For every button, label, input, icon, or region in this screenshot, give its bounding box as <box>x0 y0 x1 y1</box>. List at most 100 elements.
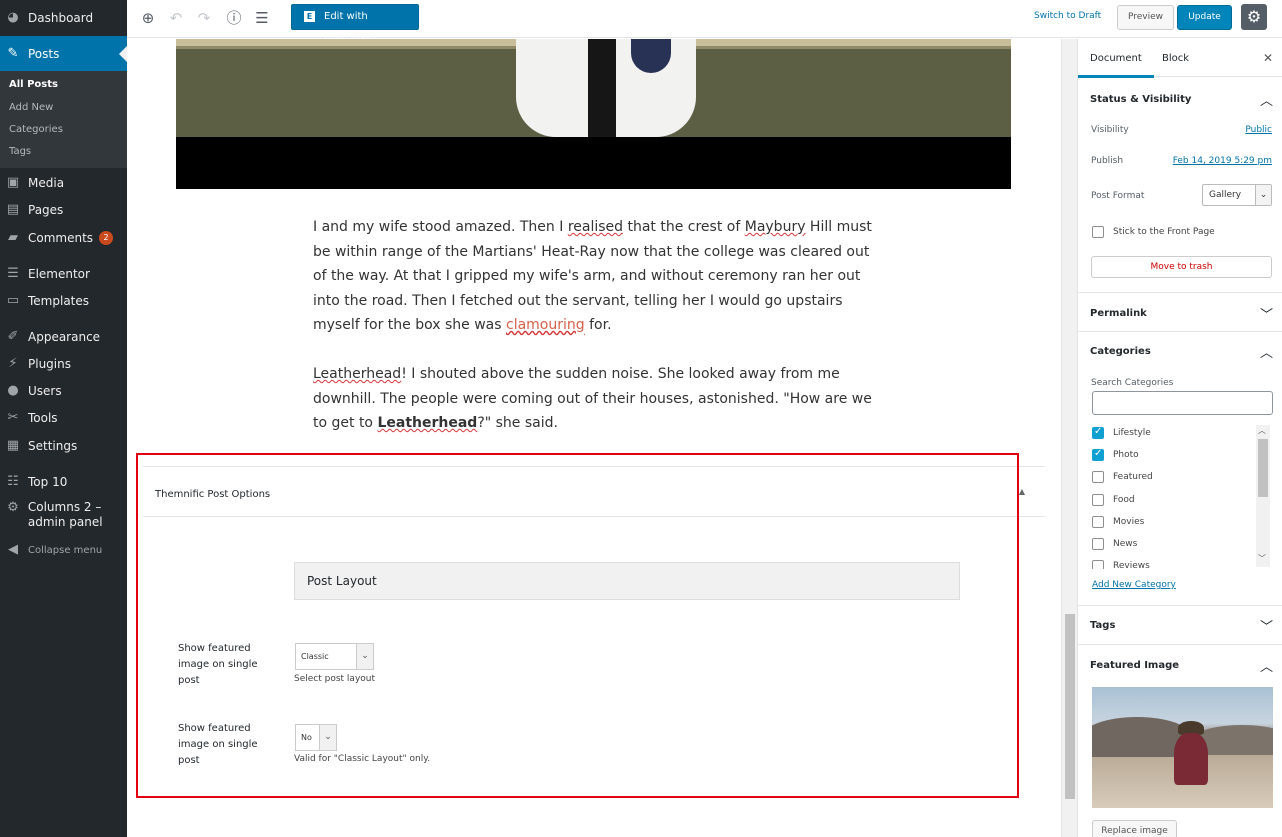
replace-image-button[interactable]: Replace image <box>1092 820 1177 837</box>
categories-scrollbar[interactable]: ︿ ﹀ <box>1256 425 1270 567</box>
add-block-icon[interactable]: ⊕ <box>138 8 158 28</box>
menu-label: Settings <box>28 439 78 453</box>
preview-button[interactable]: Preview <box>1117 5 1174 30</box>
menu-comments[interactable]: ▰ Comments 2 <box>0 228 127 248</box>
chevron-up-icon: ︿ <box>1259 346 1273 361</box>
select-value: Classic <box>301 652 329 661</box>
option-help: Valid for "Classic Layout" only. <box>294 754 431 764</box>
settings-gear-button[interactable]: ⚙ <box>1241 4 1267 30</box>
canvas-scrollbar[interactable] <box>1061 39 1077 837</box>
text: Hill must be within range of the Martian… <box>313 219 872 333</box>
submenu-add-new[interactable]: Add New <box>9 102 53 113</box>
submenu-tags[interactable]: Tags <box>9 146 31 157</box>
chevron-down-icon: ﹀ <box>1259 620 1273 635</box>
text: ?" she said. <box>477 415 558 431</box>
close-icon[interactable]: ✕ <box>1263 51 1273 65</box>
menu-label: Columns 2 – admin panel <box>27 500 103 529</box>
option-label: Show featured image on single post <box>178 723 258 766</box>
switch-to-draft-button[interactable]: Switch to Draft <box>1034 11 1101 21</box>
menu-dashboard[interactable]: ◕ Dashboard <box>0 8 127 28</box>
category-checkbox[interactable] <box>1092 471 1104 483</box>
category-checkbox[interactable] <box>1092 560 1104 569</box>
submenu-categories[interactable]: Categories <box>9 124 63 135</box>
divider <box>1078 644 1282 645</box>
post-image[interactable] <box>176 39 1011 189</box>
category-checkbox[interactable] <box>1092 494 1104 506</box>
tab-document[interactable]: Document <box>1078 53 1154 78</box>
media-icon: ▣ <box>6 175 20 190</box>
paragraph-block[interactable]: I and my wife stood amazed. Then I reali… <box>313 215 873 338</box>
edit-with-elementor-button[interactable]: E Edit with Elementor <box>291 4 419 46</box>
paragraph-block[interactable]: Leatherhead! I shouted above the sudden … <box>313 362 873 436</box>
category-label: News <box>1113 539 1138 549</box>
category-checkbox[interactable] <box>1092 538 1104 550</box>
menu-top-10[interactable]: ☷ Top 10 <box>0 472 127 492</box>
scroll-up-icon[interactable]: ︿ <box>1258 425 1266 436</box>
misspelled-word: clamouring <box>506 317 585 333</box>
featured-image-select[interactable]: No ⌄ <box>295 724 337 751</box>
comments-icon: ▰ <box>8 230 18 245</box>
category-checkbox[interactable] <box>1092 426 1104 439</box>
menu-label: Appearance <box>28 330 101 344</box>
misspelled-word: Maybury <box>744 219 806 235</box>
outline-icon[interactable]: ☰ <box>252 8 272 28</box>
menu-appearance[interactable]: ✐ Appearance <box>0 327 127 347</box>
comments-count-badge: 2 <box>99 231 114 245</box>
post-format-select[interactable]: Gallery ⌄ <box>1202 184 1272 206</box>
divider <box>1078 292 1282 293</box>
category-checkbox[interactable] <box>1092 516 1104 528</box>
option-help: Select post layout <box>294 674 376 684</box>
misspelled-word: Leatherhead <box>377 415 478 431</box>
move-to-trash-button[interactable]: Move to trash <box>1091 256 1272 278</box>
chevron-up-icon: ︿ <box>1259 660 1273 675</box>
plugin-icon: ⚡ <box>8 356 18 371</box>
menu-posts[interactable]: ✎ Posts <box>0 36 127 71</box>
featured-image-thumbnail[interactable] <box>1092 687 1273 808</box>
panel-title: Status & Visibility <box>1090 94 1192 105</box>
menu-templates[interactable]: ▭ Templates <box>0 291 127 311</box>
collapse-arrow-icon[interactable]: ▲ <box>1019 487 1025 496</box>
chevron-down-icon: ⌄ <box>356 644 373 669</box>
meta-box-title: Themnific Post Options <box>155 489 271 500</box>
search-categories-input[interactable] <box>1092 391 1273 415</box>
menu-media[interactable]: ▣ Media <box>0 173 127 193</box>
info-icon[interactable]: ⓘ <box>224 8 244 28</box>
menu-label: Collapse menu <box>28 544 103 556</box>
post-layout-select[interactable]: Classic ⌄ <box>295 643 374 670</box>
menu-pages[interactable]: ▤ Pages <box>0 200 127 220</box>
scrollbar-thumb[interactable] <box>1258 439 1268 497</box>
menu-tools[interactable]: ✂ Tools <box>0 408 127 428</box>
menu-users[interactable]: ● Users <box>0 381 127 401</box>
chevron-up-icon: ︿ <box>1259 94 1273 109</box>
select-value: No <box>301 733 312 742</box>
menu-plugins[interactable]: ⚡ Plugins <box>0 354 127 374</box>
publish-date-link[interactable]: Feb 14, 2019 5:29 pm <box>1173 156 1272 166</box>
meta-box-header[interactable]: Themnific Post Options ▲ <box>143 467 1045 517</box>
sticky-checkbox[interactable] <box>1092 226 1104 238</box>
undo-icon[interactable]: ↶ <box>166 8 186 28</box>
list-icon: ☷ <box>7 474 19 489</box>
category-label: Food <box>1113 495 1135 505</box>
pin-icon: ✎ <box>7 45 19 61</box>
redo-icon[interactable]: ↷ <box>194 8 214 28</box>
category-checkbox[interactable] <box>1092 448 1104 461</box>
collapse-menu-button[interactable]: ◀ Collapse menu <box>0 541 127 559</box>
visibility-link[interactable]: Public <box>1245 125 1272 135</box>
elementor-icon: E <box>304 11 315 22</box>
submenu-all-posts[interactable]: All Posts <box>9 79 58 90</box>
scrollbar-thumb[interactable] <box>1065 614 1075 799</box>
menu-columns-2[interactable]: ⚙ Columns 2 – admin panel <box>0 500 127 532</box>
gear-icon: ⚙ <box>7 500 19 515</box>
scroll-down-icon[interactable]: ﹀ <box>1258 553 1266 564</box>
menu-label: Templates <box>28 294 90 308</box>
collapse-icon: ◀ <box>8 542 18 557</box>
tab-block[interactable]: Block <box>1162 53 1189 64</box>
add-new-category-link[interactable]: Add New Category <box>1092 580 1176 590</box>
menu-settings[interactable]: ▦ Settings <box>0 436 127 456</box>
themnific-post-options-box: Themnific Post Options ▲ Post Layout Sho… <box>143 466 1045 814</box>
category-label: Photo <box>1113 450 1139 460</box>
menu-elementor[interactable]: ☰ Elementor <box>0 264 127 284</box>
misspelled-word: Leatherhead <box>313 366 402 382</box>
brush-icon: ✐ <box>7 329 19 344</box>
update-button[interactable]: Update <box>1177 5 1232 30</box>
